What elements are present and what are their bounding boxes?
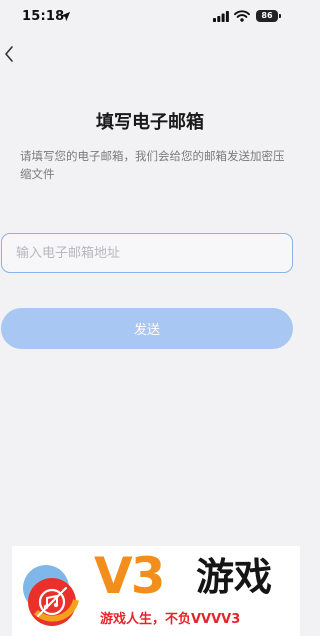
battery-tip: [279, 14, 281, 18]
wifi-icon: [234, 10, 250, 22]
watermark-slogan: 游戏人生，不负VVVV3: [100, 612, 241, 627]
location-arrow-icon: [60, 11, 71, 22]
v3-game-logo-icon: [23, 565, 79, 626]
watermark-brand: V3: [94, 547, 165, 605]
page-description: 请填写您的电子邮箱，我们会给您的邮箱发送加密压缩文件: [20, 149, 285, 181]
chevron-left-icon: [5, 46, 13, 62]
watermark-brand-cn: 游戏: [196, 555, 273, 599]
cellular-signal-icon: [213, 11, 229, 22]
email-input[interactable]: [1, 233, 293, 273]
back-button[interactable]: [0, 40, 30, 68]
battery-indicator: 86: [256, 10, 278, 22]
watermark-banner: V3 游戏 游戏人生，不负VVVV3: [12, 546, 300, 636]
page-title: 填写电子邮箱: [96, 112, 204, 133]
send-button[interactable]: 发送: [1, 308, 293, 349]
status-time: 15:18: [22, 9, 65, 24]
status-bar: 15:18 86: [0, 0, 300, 34]
